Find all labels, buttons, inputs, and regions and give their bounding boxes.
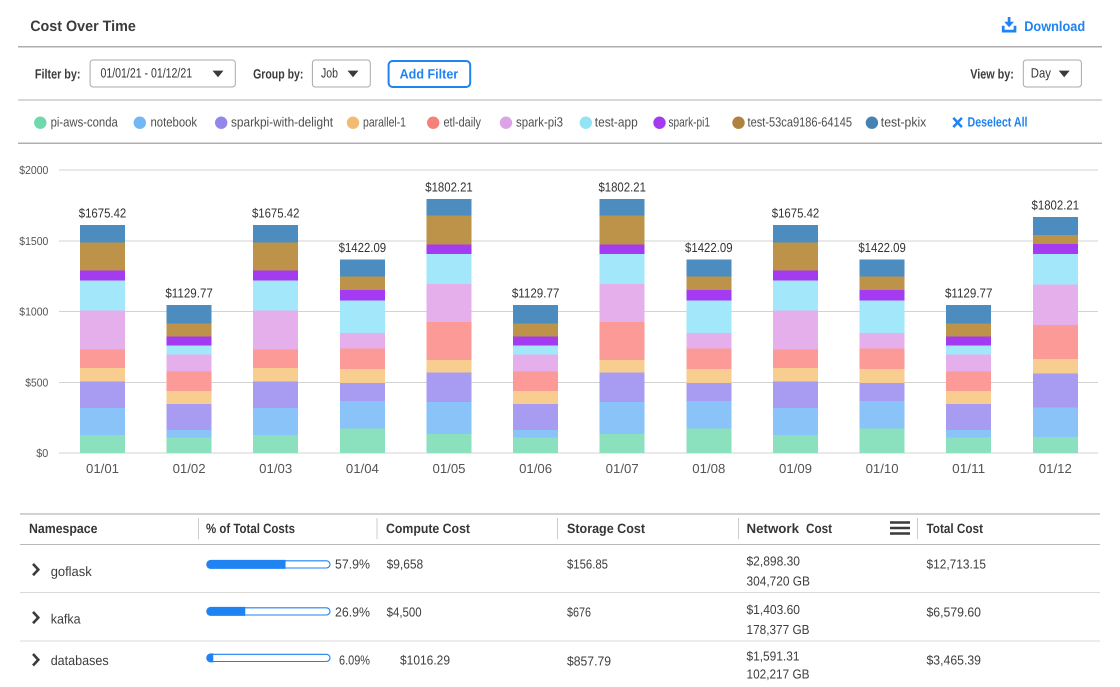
svg-text:spark-pi3: spark-pi3 bbox=[516, 115, 563, 130]
svg-text:Filter by:: Filter by: bbox=[35, 66, 81, 81]
svg-text:Cost Over Time: Cost Over Time bbox=[30, 18, 136, 35]
svg-text:01/06: 01/06 bbox=[519, 461, 552, 476]
svg-text:$1802.21: $1802.21 bbox=[1032, 197, 1080, 212]
svg-text:$9,658: $9,658 bbox=[387, 557, 424, 572]
svg-text:$1675.42: $1675.42 bbox=[79, 205, 127, 220]
svg-text:Namespace: Namespace bbox=[29, 521, 98, 536]
svg-text:01/02: 01/02 bbox=[173, 461, 206, 476]
svg-text:01/08: 01/08 bbox=[692, 461, 725, 476]
svg-text:57.9%: 57.9% bbox=[335, 557, 370, 572]
svg-text:$6,579.60: $6,579.60 bbox=[927, 605, 982, 620]
svg-text:01/01: 01/01 bbox=[86, 461, 119, 476]
svg-text:$1802.21: $1802.21 bbox=[425, 179, 473, 194]
svg-text:01/07: 01/07 bbox=[606, 461, 639, 476]
svg-text:Download: Download bbox=[1024, 18, 1085, 34]
svg-text:$12,713.15: $12,713.15 bbox=[927, 557, 987, 572]
svg-text:$1422.09: $1422.09 bbox=[858, 240, 906, 255]
svg-text:databases: databases bbox=[51, 653, 109, 668]
svg-text:Storage Cost: Storage Cost bbox=[567, 521, 645, 536]
svg-text:$1000: $1000 bbox=[19, 307, 48, 319]
svg-text:$1500: $1500 bbox=[19, 236, 48, 248]
svg-text:etl-daily: etl-daily bbox=[444, 115, 482, 130]
svg-text:$1016.29: $1016.29 bbox=[400, 653, 450, 668]
svg-text:parallel-1: parallel-1 bbox=[363, 115, 406, 130]
svg-text:01/11: 01/11 bbox=[952, 461, 985, 476]
svg-text:304,720 GB: 304,720 GB bbox=[747, 574, 811, 589]
svg-text:01/01/21 - 01/12/21: 01/01/21 - 01/12/21 bbox=[101, 66, 193, 81]
svg-text:$1802.21: $1802.21 bbox=[598, 179, 646, 194]
svg-text:$1129.77: $1129.77 bbox=[512, 285, 560, 300]
svg-text:pi-aws-conda: pi-aws-conda bbox=[51, 115, 119, 130]
svg-text:goflask: goflask bbox=[51, 564, 92, 579]
svg-text:Job: Job bbox=[321, 66, 338, 81]
svg-text:178,377 GB: 178,377 GB bbox=[747, 622, 810, 637]
svg-text:Total Cost: Total Cost bbox=[927, 521, 984, 536]
svg-text:Compute Cost: Compute Cost bbox=[386, 521, 470, 536]
svg-text:102,217 GB: 102,217 GB bbox=[747, 667, 810, 682]
svg-text:$3,465.39: $3,465.39 bbox=[927, 653, 982, 668]
svg-text:01/09: 01/09 bbox=[779, 461, 812, 476]
svg-text:01/05: 01/05 bbox=[433, 461, 466, 476]
svg-text:$1675.42: $1675.42 bbox=[772, 205, 820, 220]
svg-text:$1422.09: $1422.09 bbox=[339, 240, 387, 255]
svg-text:Deselect All: Deselect All bbox=[968, 115, 1028, 130]
svg-text:01/12: 01/12 bbox=[1039, 461, 1072, 476]
svg-text:$1129.77: $1129.77 bbox=[165, 285, 213, 300]
svg-text:$1129.77: $1129.77 bbox=[945, 285, 993, 300]
svg-text:01/03: 01/03 bbox=[259, 461, 292, 476]
svg-text:kafka: kafka bbox=[51, 612, 81, 627]
svg-text:01/10: 01/10 bbox=[866, 461, 899, 476]
svg-text:$1422.09: $1422.09 bbox=[685, 240, 733, 255]
svg-text:$4,500: $4,500 bbox=[387, 605, 422, 620]
svg-text:$156.85: $156.85 bbox=[567, 557, 608, 572]
svg-text:Network: Network bbox=[747, 521, 800, 536]
svg-text:Day: Day bbox=[1031, 66, 1051, 81]
svg-text:$857.79: $857.79 bbox=[567, 654, 611, 669]
svg-text:test-53ca9186-64145: test-53ca9186-64145 bbox=[748, 115, 853, 130]
svg-text:Cost: Cost bbox=[806, 521, 832, 536]
svg-text:% of Total Costs: % of Total Costs bbox=[206, 521, 295, 536]
svg-text:sparkpi-with-delight: sparkpi-with-delight bbox=[231, 115, 333, 130]
svg-text:test-pkix: test-pkix bbox=[881, 115, 927, 130]
svg-text:notebook: notebook bbox=[151, 115, 198, 130]
svg-text:$1,591.31: $1,591.31 bbox=[747, 649, 800, 664]
svg-text:$1675.42: $1675.42 bbox=[252, 205, 300, 220]
svg-text:test-app: test-app bbox=[595, 115, 638, 130]
svg-text:01/04: 01/04 bbox=[346, 461, 379, 476]
svg-text:$2,898.30: $2,898.30 bbox=[747, 554, 801, 569]
svg-text:$500: $500 bbox=[25, 378, 48, 390]
svg-text:$1,403.60: $1,403.60 bbox=[747, 602, 801, 617]
svg-text:26.9%: 26.9% bbox=[335, 605, 370, 620]
svg-text:$2000: $2000 bbox=[19, 165, 48, 177]
svg-text:$0: $0 bbox=[36, 448, 48, 460]
svg-text:$676: $676 bbox=[567, 605, 591, 620]
svg-text:Add Filter: Add Filter bbox=[400, 67, 459, 82]
svg-text:View by:: View by: bbox=[970, 66, 1014, 81]
svg-text:spark-pi1: spark-pi1 bbox=[669, 115, 711, 130]
svg-text:6.09%: 6.09% bbox=[339, 653, 370, 668]
svg-text:Group by:: Group by: bbox=[253, 66, 303, 81]
